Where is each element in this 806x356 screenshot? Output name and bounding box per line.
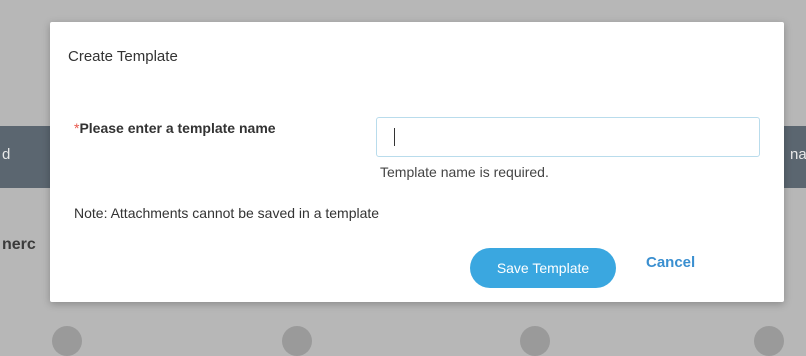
template-name-label: *Please enter a template name xyxy=(74,120,276,136)
attachments-note: Note: Attachments cannot be saved in a t… xyxy=(74,205,380,221)
dialog-title: Create Template xyxy=(68,48,178,65)
template-name-input[interactable] xyxy=(376,117,760,157)
background-step-circle xyxy=(754,326,784,356)
text-cursor xyxy=(394,128,395,146)
cancel-button[interactable]: Cancel xyxy=(646,254,695,271)
background-side-text: nerc xyxy=(2,236,36,253)
create-template-dialog: Create Template *Please enter a template… xyxy=(50,22,784,302)
background-step-circle xyxy=(52,326,82,356)
background-bar-text-right: na xyxy=(790,146,806,163)
validation-error: Template name is required. xyxy=(380,164,549,180)
background-step-circle xyxy=(282,326,312,356)
background-bar-text-left: d xyxy=(2,146,11,163)
save-template-button[interactable]: Save Template xyxy=(470,248,616,288)
background-step-circle xyxy=(520,326,550,356)
template-name-label-text: Please enter a template name xyxy=(79,120,276,136)
